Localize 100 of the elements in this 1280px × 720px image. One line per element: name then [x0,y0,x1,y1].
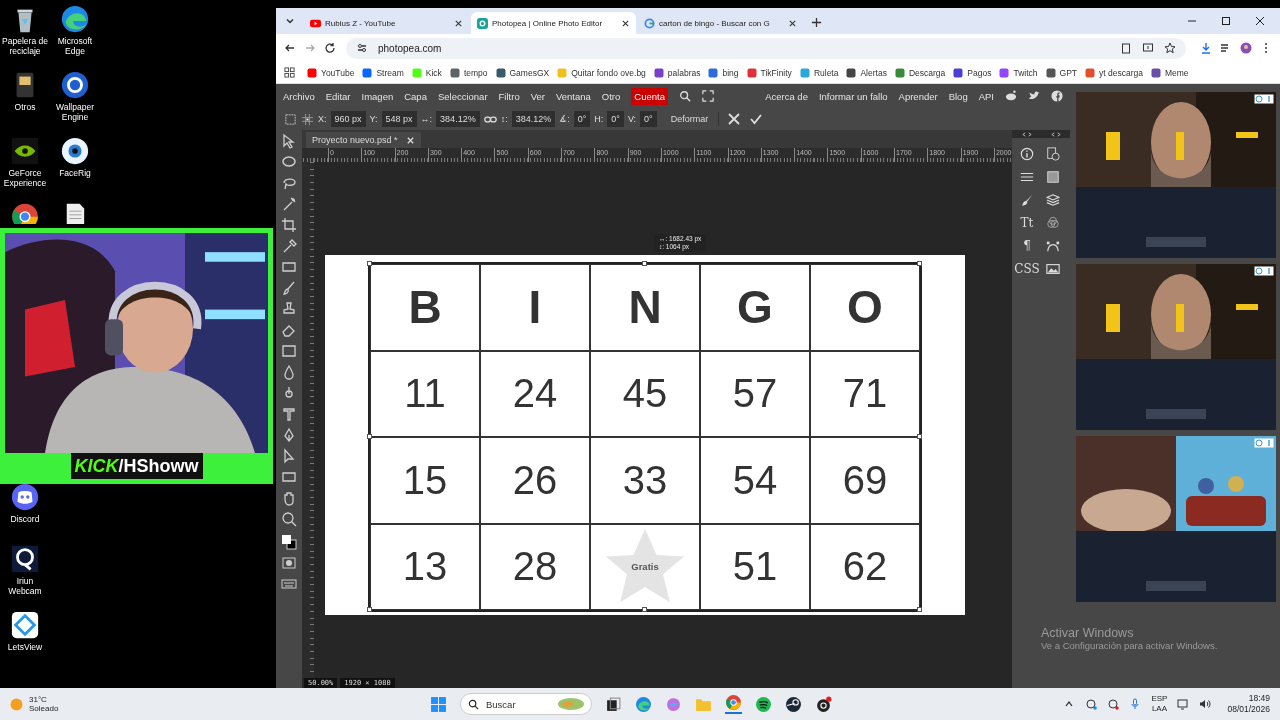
anchor-grid-icon[interactable] [301,112,314,126]
option-field[interactable]: 0° [573,111,591,127]
cancel-icon[interactable] [727,112,742,126]
transform-handle[interactable] [367,434,372,439]
speaker-icon[interactable] [1199,698,1212,710]
apps-icon[interactable] [284,67,295,78]
bookmark-link[interactable]: YouTube [321,67,355,78]
bookmark-link[interactable]: GamesGX [509,67,550,78]
bookmark-link[interactable]: palabras [667,67,701,78]
type-tool-icon[interactable] [281,406,297,422]
bookmark-link[interactable]: Quitar fondo ove.bg [571,67,646,78]
desktop-icon-label[interactable]: Papelera de reciclaje [0,36,50,56]
desktop-icon-label[interactable]: FaceRig [59,168,91,178]
menu-link[interactable]: API [978,90,994,102]
reload-icon[interactable] [324,42,336,54]
option-field[interactable]: 0° [640,111,657,127]
brush-icon[interactable] [281,280,297,296]
address-bar[interactable]: photopea.com [346,37,1186,59]
recorder-icon[interactable] [815,695,832,713]
option-field[interactable]: 548 px [381,111,417,127]
search-icon[interactable] [678,90,691,102]
menu-item[interactable]: Ver [530,90,545,102]
back-icon[interactable] [284,42,296,54]
menu-item[interactable]: Archivo [283,90,315,102]
sparkle-icon[interactable] [665,695,682,713]
bookmark-link[interactable]: Meme [1164,67,1189,78]
desktop-icon-label[interactable]: Microsoft Edge [50,36,100,56]
transform-handle[interactable] [642,607,647,612]
menu-item[interactable]: Otro [601,90,621,102]
close-icon[interactable] [1254,15,1266,27]
close-icon[interactable] [454,18,463,28]
bookmark-link[interactable]: bing [722,67,739,78]
game-store-icon[interactable] [785,695,802,713]
keyboard-layout[interactable]: LAA [1151,704,1167,714]
browser-tab[interactable]: Rubius Z - YouTube [304,12,469,34]
install-icon[interactable] [1142,42,1154,54]
mask-icon[interactable] [281,555,297,571]
drop-icon[interactable] [281,364,297,380]
browser-tab[interactable]: Photopea | Online Photo Editor [471,12,636,34]
gradient-icon[interactable] [281,343,297,359]
menu-link[interactable]: Aprender [898,90,938,102]
bookmark-link[interactable]: Ruleta [813,67,839,78]
bookmark-link[interactable]: Stream [376,67,404,78]
channels-icon[interactable] [1046,215,1060,230]
desktop-icon-label[interactable]: Wallpaper Engine [50,102,100,122]
desktop-icon-label[interactable]: Iriun Webcam [0,576,50,596]
wand-icon[interactable] [281,196,297,212]
eyedropper-icon[interactable] [281,238,297,254]
browser-tab[interactable]: carton de bingo - Buscar con G [638,12,803,34]
rectangle-icon[interactable] [281,469,297,485]
transform-handle[interactable] [917,261,922,266]
maximize-icon[interactable] [1220,15,1232,27]
fullscreen-icon[interactable] [701,90,714,102]
network-icon[interactable] [1177,698,1190,710]
menu-item[interactable]: Imagen [361,90,394,102]
transform-handle[interactable] [367,607,372,612]
bookmark-link[interactable]: Pagos [967,67,992,78]
chat-icon[interactable] [10,482,40,512]
crop-icon[interactable] [281,217,297,233]
eye-icon[interactable] [60,136,90,166]
close-icon[interactable] [621,18,630,28]
music-icon[interactable] [755,695,772,713]
transform-handle[interactable] [642,261,647,266]
panel-button[interactable]: CSS [1014,261,1040,276]
clock-time[interactable]: 18:49 [1248,693,1270,704]
search-field[interactable]: Buscar [460,693,592,715]
transform-icon[interactable] [284,112,297,126]
option-field[interactable]: 384.12% [436,111,480,127]
bookmark-link[interactable]: TikFinity [760,67,792,78]
bookmark-link[interactable]: yt descarga [1099,67,1143,78]
layers-icon[interactable] [1046,192,1060,207]
menu-item[interactable]: Seleccionar [437,90,488,102]
avatar-icon[interactable] [1240,42,1252,54]
desktop-icon-label[interactable]: GeForce Experience [0,168,50,188]
f-logo-icon[interactable] [1051,90,1063,102]
ad-info-icon[interactable] [1254,266,1274,276]
menu-link[interactable]: Blog [948,90,968,102]
star-icon[interactable] [1164,42,1176,54]
eye-logo-icon[interactable] [10,136,40,166]
document-tab[interactable]: Proyecto nuevo.psd * [306,132,421,148]
clipboard-icon[interactable] [1120,42,1132,54]
bookmark-link[interactable]: Alertas [860,67,887,78]
bookmark-link[interactable]: Descarga [908,67,946,78]
cloud-icon[interactable] [1107,698,1120,710]
start-icon[interactable] [430,695,447,713]
menu-item[interactable]: Capa [404,90,427,102]
keyboard-icon[interactable] [281,576,297,592]
transform-handle[interactable] [917,434,922,439]
desktop-icon-label[interactable]: LetsView [7,642,43,652]
option-field[interactable]: 384.12% [511,111,556,127]
info-icon[interactable] [1020,146,1034,161]
download-icon[interactable] [1200,42,1212,54]
diamond-icon[interactable] [10,610,40,640]
browser-icon[interactable] [10,202,40,224]
bird-icon[interactable] [1028,90,1040,102]
color-swatch-icon[interactable] [281,534,297,550]
microphone-icon[interactable] [1129,698,1142,710]
image-icon[interactable] [1046,261,1060,276]
site-settings-icon[interactable] [356,42,368,54]
transform-handle[interactable] [917,607,922,612]
